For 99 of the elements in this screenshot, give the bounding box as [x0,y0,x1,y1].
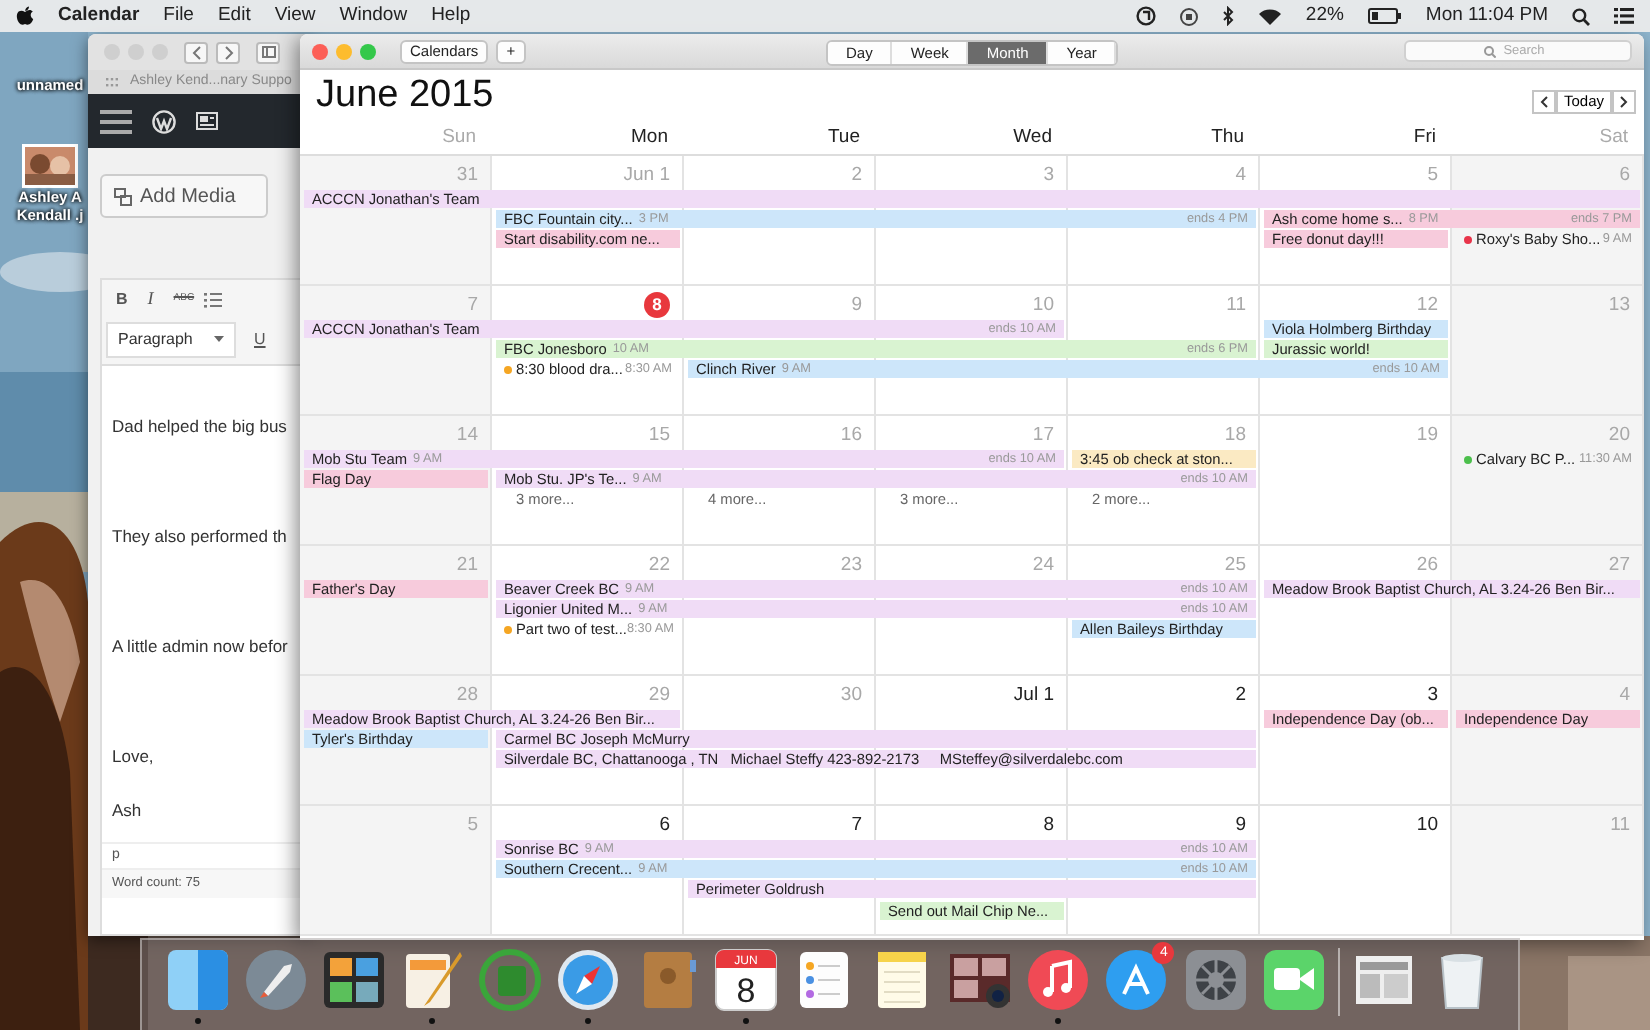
day-number: 5 [467,812,478,838]
day-number: Jul 1 [1013,682,1054,708]
sync-icon[interactable] [1135,6,1156,26]
day-number: 29 [648,682,670,708]
previous-button[interactable] [1531,90,1556,114]
day-number: 26 [1416,552,1438,578]
day-number: 19 [1416,422,1438,448]
weekday-label: Sun [442,126,476,148]
bluetooth-icon[interactable] [1221,6,1234,26]
day-number: 24 [1032,552,1054,578]
day-number: 20 [1608,422,1630,448]
weekday-label: Tue [827,126,860,148]
menu-item[interactable]: File [163,1,194,31]
add-media-button[interactable]: Add Media [100,174,268,218]
day-number: 9 [1235,812,1246,838]
record-icon[interactable] [1179,7,1198,25]
menu-item[interactable]: Window [339,1,408,31]
menu-bar-clock[interactable]: Mon 11:04 PM [1425,1,1548,31]
music-note-icon[interactable] [1026,948,1091,1024]
menu-icon[interactable] [100,109,132,133]
day-number: 3 [1043,162,1054,188]
back-button[interactable] [184,41,208,63]
day-number: 10 [1032,292,1054,318]
bulleted-list-icon[interactable] [204,291,223,308]
day-number: 30 [840,682,862,708]
month-title: June 2015 [316,74,494,118]
editor-paragraph: A little admin now befor [112,633,290,659]
wifi-icon[interactable] [1257,7,1282,25]
caret-icon [214,336,224,342]
day-number: 9 [851,292,862,318]
next-button[interactable] [1612,90,1636,114]
search-icon [1484,45,1496,57]
menu-item[interactable]: Help [431,1,471,31]
day-number: 10 [1416,812,1438,838]
weekday-label: Mon [631,126,668,148]
w-circle-icon[interactable] [152,109,176,133]
media-icon [114,187,132,205]
menu-item[interactable]: View [274,1,316,31]
two-tone-square-icon[interactable] [165,948,230,1024]
day-number: 3 [1427,682,1438,708]
newspaper-icon[interactable] [196,112,218,130]
day-number: 22 [648,552,670,578]
battery-icon[interactable] [1367,8,1402,24]
menu-item[interactable]: Edit [217,1,251,31]
day-number: 8 [1043,812,1054,838]
weekday-label: Fri [1413,126,1436,148]
chevron-right-icon [1620,96,1628,108]
day-number: 8 [644,292,670,318]
day-number: 17 [1032,422,1054,448]
chevron-right-icon [223,45,233,59]
weekday-label: Wed [1013,126,1052,148]
day-number: 25 [1224,552,1246,578]
chevron-left-icon [191,45,201,59]
chevron-left-icon [1539,96,1548,108]
day-number: 11 [1610,812,1630,838]
day-number: 18 [1224,422,1246,448]
day-number: 28 [456,682,478,708]
editor-paragraph: Ash [112,798,144,824]
editor-paragraph: They also performed th [112,523,289,550]
day-number: 21 [456,552,478,578]
day-number: 31 [456,162,478,188]
format-button[interactable]: B [106,287,138,312]
grid-dots-icon [106,77,118,87]
format-select[interactable]: Paragraph [106,321,236,357]
format-button[interactable]: I [137,286,164,313]
sidebar-icon [261,46,275,58]
app-menu[interactable]: Calendar [58,1,140,31]
weekday-label: Sat [1599,126,1628,148]
battery-percentage: 22% [1305,1,1344,30]
select-value: Paragraph [118,327,193,351]
day-number: 13 [1608,292,1630,318]
day-number: 4 [1619,682,1630,708]
apple-menu-icon[interactable] [16,6,34,26]
day-number: 7 [467,292,478,318]
day-number: 11 [1226,292,1246,318]
list-icon[interactable] [1614,8,1634,24]
day-number: 6 [659,812,670,838]
day-number: 12 [1416,292,1438,318]
weekday-label: Thu [1211,126,1244,148]
day-number: 5 [1427,162,1438,188]
day-number: 14 [456,422,478,448]
day-number: Jun 1 [623,162,670,188]
search-icon[interactable] [1572,7,1590,25]
pen-and-paper-icon[interactable] [400,948,465,1024]
day-number: 2 [851,162,862,188]
day-number: 2 [1235,682,1246,708]
editor-paragraph: Dad helped the big bus [112,413,289,440]
editor-paragraph: Love, [112,743,156,769]
day-number: 15 [648,422,670,448]
format-button[interactable]: U [244,327,276,351]
day-number: 6 [1619,162,1630,188]
forward-button[interactable] [216,41,240,63]
day-number: 4 [1235,162,1246,188]
sidebar-button[interactable] [256,41,280,63]
day-number: 7 [851,812,862,838]
day-number: 27 [1608,552,1630,578]
compass-icon[interactable] [556,948,621,1024]
day-number: 16 [840,422,862,448]
day-number: 23 [840,552,862,578]
